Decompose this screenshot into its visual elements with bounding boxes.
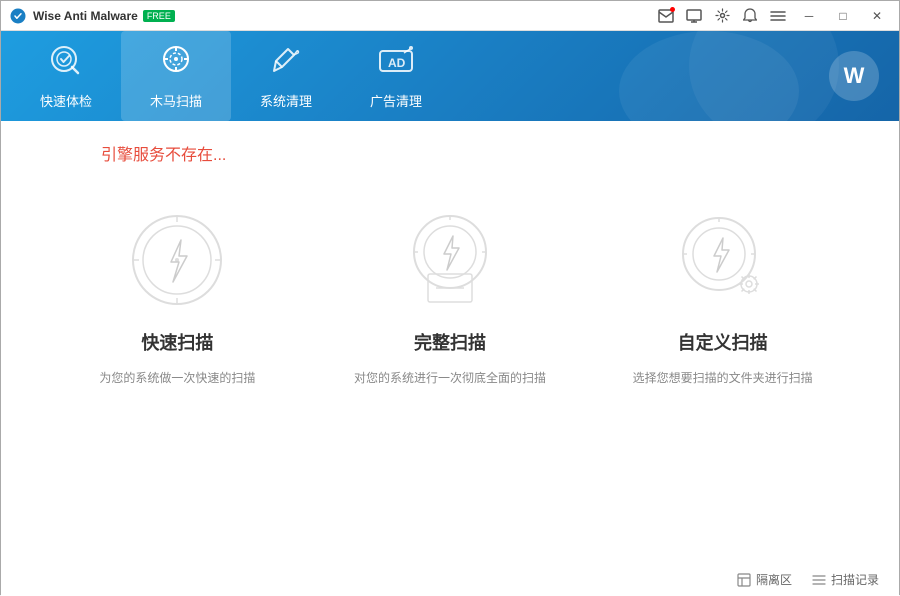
quick-scan-icon <box>127 210 227 310</box>
full-scan-card[interactable]: 完整扫描 对您的系统进行一次彻底全面的扫描 <box>340 205 560 586</box>
menu-icon[interactable] <box>767 5 789 27</box>
footer-bar: 隔离区 扫描记录 <box>737 571 879 588</box>
nav-bar: 快速体检 木马扫描 系统清理 <box>1 31 899 121</box>
close-button[interactable]: ✕ <box>863 5 891 27</box>
mail-icon[interactable] <box>655 5 677 27</box>
custom-scan-icon-wrapper <box>668 205 778 315</box>
quick-scan-title: 快速扫描 <box>141 329 213 355</box>
free-badge: FREE <box>143 10 175 22</box>
main-content: 引擎服务不存在... 快速扫描 为您的系统做一次快速的扫描 <box>1 121 899 596</box>
app-logo-icon <box>9 7 27 25</box>
custom-scan-icon <box>673 210 773 310</box>
app-title: Wise Anti Malware <box>33 9 138 23</box>
scan-options: 快速扫描 为您的系统做一次快速的扫描 完整扫描 <box>41 205 859 586</box>
nav-item-quick-check[interactable]: 快速体检 <box>11 31 121 121</box>
title-bar-controls: ─ □ ✕ <box>655 5 891 27</box>
quarantine-button[interactable]: 隔离区 <box>737 571 792 588</box>
history-icon <box>812 573 826 587</box>
ad-clean-label: 广告清理 <box>370 91 422 110</box>
custom-scan-card[interactable]: 自定义扫描 选择您想要扫描的文件夹进行扫描 <box>613 205 833 586</box>
full-scan-desc: 对您的系统进行一次彻底全面的扫描 <box>354 369 546 387</box>
history-label: 扫描记录 <box>831 571 879 588</box>
quick-scan-desc: 为您的系统做一次快速的扫描 <box>99 369 255 387</box>
quick-check-label: 快速体检 <box>40 91 92 110</box>
nav-item-ad-clean[interactable]: AD 广告清理 <box>341 31 451 121</box>
title-bar: Wise Anti Malware FREE <box>1 1 899 31</box>
full-scan-icon <box>400 210 500 310</box>
history-button[interactable]: 扫描记录 <box>812 571 879 588</box>
custom-scan-desc: 选择您想要扫描的文件夹进行扫描 <box>633 369 813 387</box>
svg-text:AD: AD <box>388 56 406 70</box>
quick-scan-card[interactable]: 快速扫描 为您的系统做一次快速的扫描 <box>67 205 287 586</box>
maximize-button[interactable]: □ <box>829 5 857 27</box>
trojan-scan-icon <box>158 43 194 85</box>
custom-scan-title: 自定义扫描 <box>678 329 768 355</box>
quick-scan-icon-wrapper <box>122 205 232 315</box>
nav-item-system-clean[interactable]: 系统清理 <box>231 31 341 121</box>
quarantine-icon <box>737 573 751 587</box>
nav-item-trojan-scan[interactable]: 木马扫描 <box>121 31 231 121</box>
user-avatar[interactable]: W <box>829 51 879 101</box>
ad-clean-icon: AD <box>376 43 416 85</box>
monitor-icon[interactable] <box>683 5 705 27</box>
settings-icon[interactable] <box>711 5 733 27</box>
trojan-scan-label: 木马扫描 <box>150 91 202 110</box>
full-scan-icon-wrapper <box>395 205 505 315</box>
full-scan-title: 完整扫描 <box>414 329 486 355</box>
quick-check-icon <box>48 43 84 85</box>
minimize-button[interactable]: ─ <box>795 5 823 27</box>
system-clean-label: 系统清理 <box>260 91 312 110</box>
notification-icon[interactable] <box>739 5 761 27</box>
error-message: 引擎服务不存在... <box>101 141 226 165</box>
system-clean-icon <box>268 43 304 85</box>
quarantine-label: 隔离区 <box>756 571 792 588</box>
